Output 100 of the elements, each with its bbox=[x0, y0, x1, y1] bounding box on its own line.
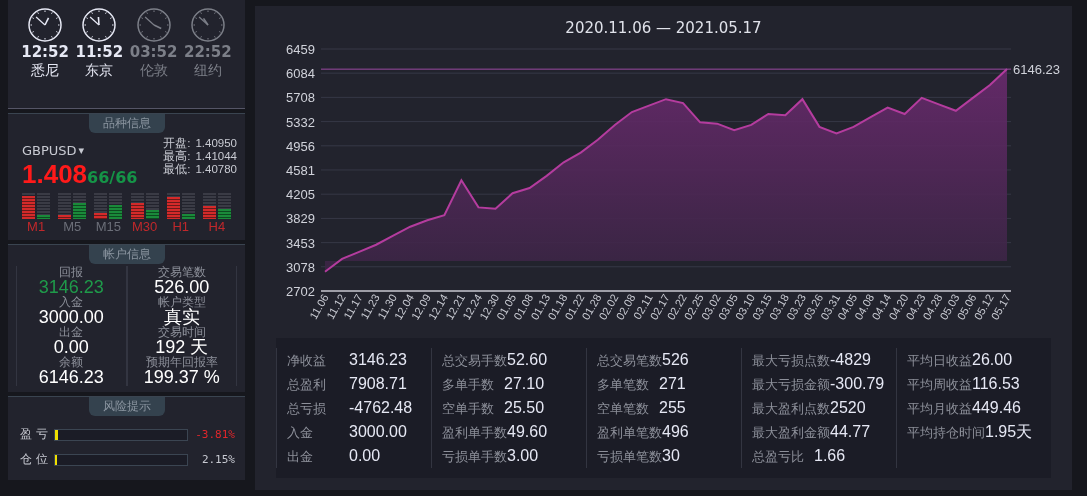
stat-value: 496 bbox=[662, 422, 689, 442]
meter-bar bbox=[109, 193, 123, 219]
y-tick-label: 3829 bbox=[285, 211, 315, 227]
chart-title: 2020.11.06 — 2021.05.17 bbox=[565, 19, 762, 37]
meter-track bbox=[166, 193, 180, 219]
meter-bar bbox=[145, 193, 159, 219]
clock-time: 11:52 bbox=[75, 44, 124, 61]
account-label: 预期年回报率 bbox=[145, 356, 218, 368]
stat-value: 116.53 bbox=[972, 374, 1020, 394]
stat-label: 入金 bbox=[287, 424, 314, 442]
timeframe-tab[interactable]: M1 bbox=[27, 219, 46, 234]
y-tick-label: 4956 bbox=[285, 138, 315, 154]
caret-icon: ▾ bbox=[78, 143, 85, 159]
meter-track bbox=[94, 193, 108, 219]
clock-time: 22:52 bbox=[184, 44, 232, 61]
stat-value: 3.00 bbox=[507, 446, 539, 466]
reference-label: 6146.23 bbox=[1012, 62, 1060, 78]
stat-label: 最大亏损金额 bbox=[752, 376, 830, 394]
meter-bar bbox=[181, 193, 195, 219]
y-tick-label: 5332 bbox=[285, 114, 315, 130]
meter-bar bbox=[73, 193, 87, 219]
stat-label: 平均月收益 bbox=[907, 400, 972, 418]
stat-value: 449.46 bbox=[972, 398, 1021, 418]
stat-label: 多单笔数 bbox=[597, 376, 650, 394]
account-value: 526.00 bbox=[154, 278, 210, 296]
account-value: 199.37 % bbox=[143, 368, 220, 386]
account-value: 6146.23 bbox=[38, 368, 104, 386]
stat-label: 最大盈利点数 bbox=[752, 400, 830, 418]
meter-track bbox=[22, 193, 36, 219]
account-label: 帐户类型 bbox=[157, 296, 206, 308]
timeframe-tab[interactable]: M30 bbox=[131, 219, 158, 234]
stat-label: 总盈利 bbox=[287, 376, 327, 394]
risk-percent: -3.81% bbox=[194, 428, 235, 441]
stat-label: 平均周收益 bbox=[907, 376, 972, 394]
y-tick-label: 2702 bbox=[285, 284, 315, 299]
timeframe-tab[interactable]: H4 bbox=[208, 219, 226, 234]
city-label: 东京 bbox=[85, 61, 114, 79]
timeframe-tab[interactable]: M15 bbox=[95, 219, 122, 234]
account-label: 入金 bbox=[59, 296, 84, 308]
account-value: 3000.00 bbox=[38, 308, 104, 326]
meter-track bbox=[58, 193, 72, 219]
account-label: 交易笔数 bbox=[157, 266, 206, 278]
stat-value: 255 bbox=[659, 398, 686, 418]
stat-label: 亏损单手数 bbox=[442, 448, 507, 466]
account-label: 回报 bbox=[59, 266, 84, 278]
quote-label: 最低: bbox=[163, 163, 191, 176]
timeframe-tab[interactable]: M5 bbox=[63, 219, 82, 234]
price-value: 1.408 bbox=[22, 159, 88, 189]
stat-value: 1.66 bbox=[814, 446, 846, 466]
account-label: 余额 bbox=[59, 356, 84, 368]
symbol-dropdown[interactable]: GBPUSD▾ bbox=[22, 143, 138, 159]
account-value: 真实 bbox=[163, 308, 200, 326]
stat-label: 平均日收益 bbox=[907, 352, 972, 370]
stat-value: 271 bbox=[659, 374, 686, 394]
stat-value: 7908.71 bbox=[349, 374, 407, 394]
stat-value: -300.79 bbox=[830, 374, 885, 394]
stat-label: 盈利单手数 bbox=[442, 424, 507, 442]
quote-label: 开盘: bbox=[163, 137, 191, 150]
meter-bar bbox=[217, 193, 231, 219]
stat-value: 52.60 bbox=[507, 350, 548, 370]
risk-label: 盈 亏 bbox=[20, 426, 49, 443]
stat-label: 总交易笔数 bbox=[597, 352, 662, 370]
stat-label: 总亏损 bbox=[287, 400, 327, 418]
quote-value: 1.41044 bbox=[195, 150, 237, 163]
account-label: 交易时间 bbox=[157, 326, 206, 338]
account-value: 192 天 bbox=[155, 338, 209, 356]
stat-value: 2520 bbox=[830, 398, 866, 418]
account-value: 0.00 bbox=[53, 338, 89, 356]
quote-value: 1.40950 bbox=[195, 137, 237, 150]
stat-label: 最大盈利金额 bbox=[752, 424, 830, 442]
clock-time: 12:52 bbox=[21, 44, 69, 61]
y-tick-label: 3453 bbox=[285, 235, 315, 251]
stat-value: 44.77 bbox=[830, 422, 871, 442]
stat-value: 26.00 bbox=[972, 350, 1013, 370]
quote-value: 1.40780 bbox=[195, 163, 237, 176]
price-digits: 66/66 bbox=[87, 168, 138, 187]
account-label: 出金 bbox=[59, 326, 84, 338]
stat-label: 最大亏损点数 bbox=[752, 352, 830, 370]
stat-label: 出金 bbox=[287, 448, 314, 466]
meter-track bbox=[130, 193, 144, 219]
stat-value: 30 bbox=[662, 446, 680, 466]
stat-value: 3146.23 bbox=[349, 350, 407, 370]
city-label: 纽约 bbox=[193, 61, 222, 79]
city-label: 伦敦 bbox=[139, 61, 168, 79]
stat-label: 空单手数 bbox=[442, 400, 495, 418]
meter-bar bbox=[37, 193, 51, 219]
stat-value: -4829 bbox=[830, 350, 871, 370]
y-tick-label: 5708 bbox=[285, 90, 315, 106]
y-tick-label: 6459 bbox=[285, 42, 315, 57]
stat-value: 1.95天 bbox=[985, 422, 1033, 442]
y-tick-label: 6084 bbox=[285, 66, 315, 82]
stat-label: 盈利单笔数 bbox=[597, 424, 662, 442]
stat-label: 净收益 bbox=[287, 352, 327, 370]
stat-label: 平均持仓时间 bbox=[907, 424, 985, 442]
stat-value: -4762.48 bbox=[349, 398, 413, 418]
account-value: 3146.23 bbox=[38, 278, 104, 296]
risk-percent: 2.15% bbox=[200, 453, 235, 466]
timeframe-tab[interactable]: H1 bbox=[172, 219, 189, 234]
stat-value: 49.60 bbox=[507, 422, 548, 442]
stat-label: 多单手数 bbox=[442, 376, 495, 394]
